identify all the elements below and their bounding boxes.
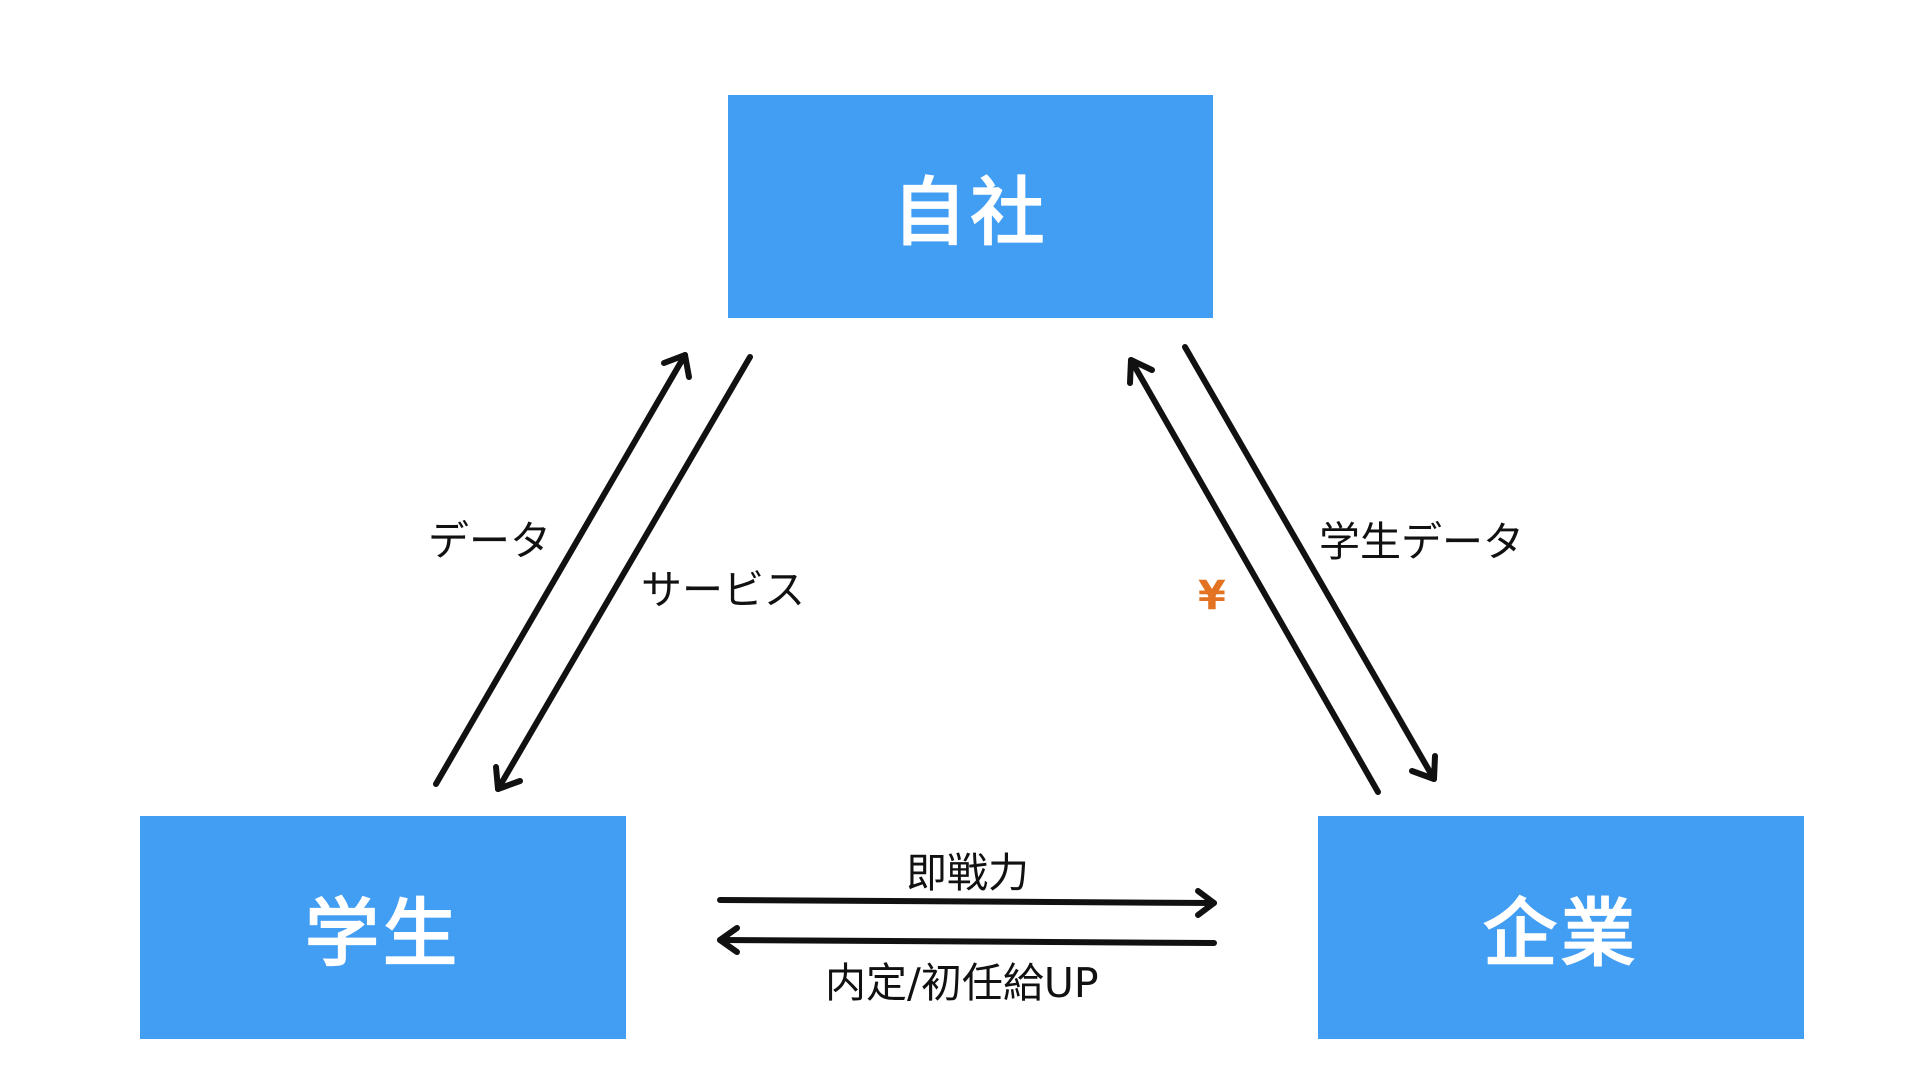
edge-label-student-data: 学生データ	[1319, 518, 1524, 566]
edge-label-yen: ¥	[1198, 573, 1226, 619]
edge-label-offer: 内定/初任給UP	[825, 959, 1099, 1007]
edge-label-data: データ	[428, 517, 551, 565]
node-student-label: 学生	[305, 891, 461, 977]
diagram-canvas: 自社 学生 企業 データ サービス ¥ 学生データ 即戦力 内定/初任給UP	[0, 0, 1920, 1080]
arrow-enterprise-to-student	[717, 925, 1217, 955]
edge-label-service: サービス	[641, 566, 805, 614]
arrow-enterprise-to-company	[1127, 357, 1381, 795]
node-enterprise: 企業	[1318, 816, 1804, 1039]
node-company-label: 自社	[892, 170, 1049, 256]
node-enterprise-label: 企業	[1483, 891, 1639, 977]
node-student: 学生	[140, 816, 626, 1039]
edge-label-skill: 即戦力	[906, 849, 1029, 897]
node-company: 自社	[728, 95, 1213, 318]
